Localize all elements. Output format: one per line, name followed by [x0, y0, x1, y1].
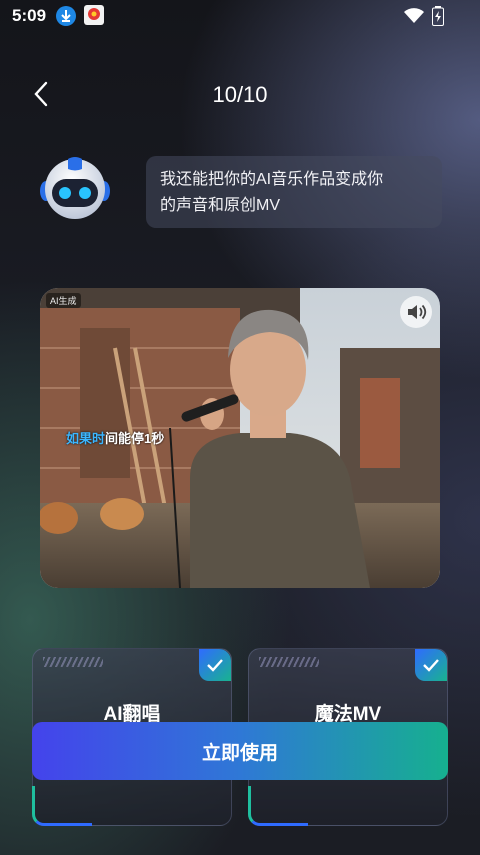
card-accent-corner	[32, 786, 92, 826]
lyric-caption-rest: 间能停1秒	[105, 431, 165, 446]
use-now-button[interactable]: 立即使用	[32, 722, 448, 780]
selected-checkmark	[199, 649, 231, 681]
assistant-message-line: 的声音和原创MV	[160, 197, 281, 214]
app-notification-icon	[84, 5, 104, 25]
lyric-caption: 如果时间能停1秒	[66, 428, 164, 447]
assistant-message-line: 我还能把你的AI音乐作品变成你	[160, 171, 384, 188]
check-icon	[207, 659, 223, 672]
ai-generated-badge: AI生成	[46, 293, 81, 308]
lyric-caption-highlight: 如果时	[66, 431, 106, 446]
page-counter: 10/10	[212, 82, 268, 107]
robot-icon	[40, 155, 110, 221]
card-accent-corner	[248, 786, 308, 826]
video-preview[interactable]: AI生成 如果时间能停1秒	[40, 288, 440, 588]
download-icon	[56, 6, 76, 26]
check-icon	[423, 659, 439, 672]
wifi-icon	[404, 8, 424, 29]
card-decoration	[43, 657, 103, 667]
selected-checkmark	[415, 649, 447, 681]
assistant-message-bubble: 我还能把你的AI音乐作品变成你 的声音和原创MV	[146, 156, 442, 228]
speaker-icon	[408, 304, 427, 320]
status-bar: 5:09	[0, 0, 480, 32]
status-time: 5:09	[12, 6, 47, 25]
card-decoration	[259, 657, 319, 667]
sound-toggle-button[interactable]	[400, 296, 432, 328]
battery-charging-icon	[432, 6, 444, 31]
